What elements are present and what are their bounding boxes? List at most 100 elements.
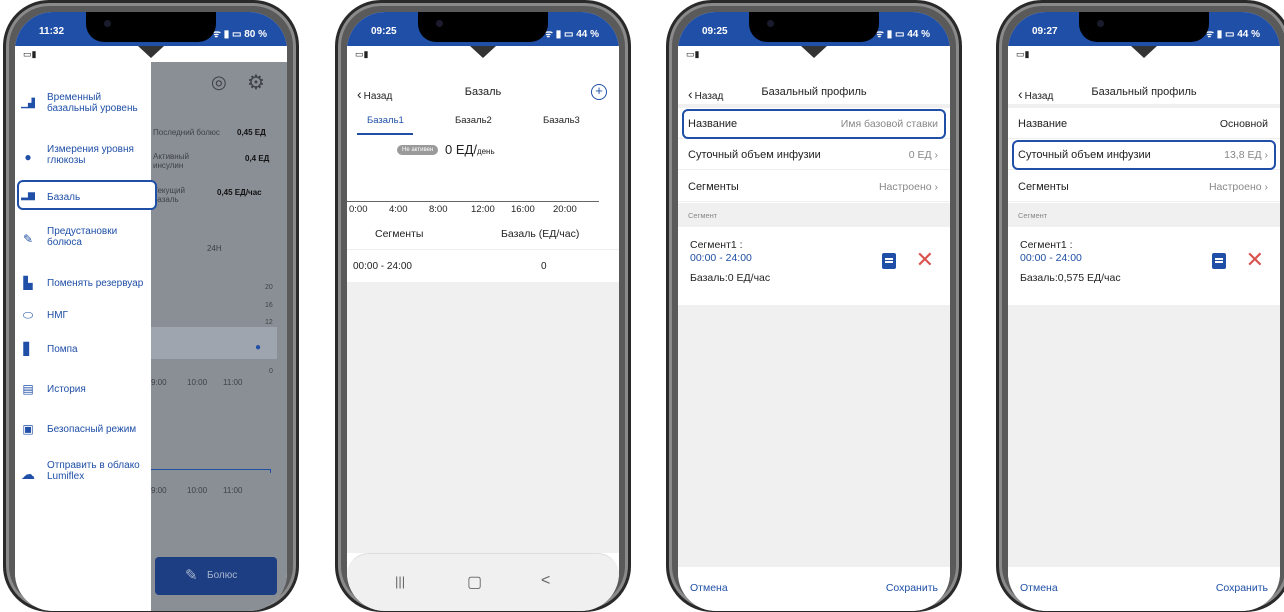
notch xyxy=(418,12,548,42)
menu-item-temp-basal[interactable]: ▁▟ Временный базальный уровень xyxy=(15,90,151,120)
segments-row[interactable]: Сегменты Настроено › xyxy=(678,172,950,202)
menu-item-pump[interactable]: ▋ Помпа xyxy=(15,342,151,362)
home-button[interactable]: ▢ xyxy=(467,572,482,592)
menu-item-cgm[interactable]: ⬭ НМГ xyxy=(15,308,151,328)
time-tick: 0:00 xyxy=(349,204,368,215)
inactive-badge: Не активен xyxy=(397,145,439,155)
menu-item-change-reservoir[interactable]: ▙ Поменять резервуар xyxy=(15,276,151,296)
bolus-button-label: Болюс xyxy=(207,570,238,581)
edit-icon[interactable] xyxy=(1212,253,1226,269)
tab-basal3[interactable]: Базаль3 xyxy=(543,115,580,126)
active-insulin-label: Активный инсулин xyxy=(153,152,189,170)
cancel-button[interactable]: Отмена xyxy=(690,582,728,594)
current-basal-value: 0,45 ЕД/час xyxy=(217,188,262,197)
tab-basal1[interactable]: Базаль1 xyxy=(367,115,404,126)
header: ‹ Назад Базальный профиль xyxy=(678,86,950,106)
settings-gear-icon: ⚙ xyxy=(247,72,265,94)
phone-4: 09:27 ᯤ ▮ ▭ 44 % ▭▮ ‹ Назад Базальный про… xyxy=(996,0,1284,612)
x-tick: 11:00 xyxy=(223,378,243,387)
daily-total-unit: день xyxy=(476,147,495,156)
time-tick: 8:00 xyxy=(429,204,448,215)
segments-row[interactable]: Сегменты Настроено › xyxy=(1008,172,1280,202)
y-tick: 20 xyxy=(265,284,273,291)
segment-basal: Базаль:0,575 ЕД/час xyxy=(1020,272,1121,284)
delete-icon[interactable]: ✕ xyxy=(1246,247,1264,273)
pump-status-bar: ▭▮ xyxy=(678,46,950,62)
basal-icon: ▂▆ xyxy=(21,190,35,200)
segment-time: 00:00 - 24:00 xyxy=(690,252,752,264)
save-button[interactable]: Сохранить xyxy=(886,582,938,594)
daily-volume-row[interactable]: Суточный объем инфузии 0 ЕД › xyxy=(678,140,950,170)
pump-status-bar: ▭▮ xyxy=(347,46,619,62)
delete-icon[interactable]: ✕ xyxy=(916,247,934,273)
pump-icon: ▋ xyxy=(23,342,33,356)
segment-card: Сегмент1 : 00:00 - 24:00 Базаль:0,575 ЕД… xyxy=(1008,227,1280,305)
pull-down-handle-icon[interactable] xyxy=(801,46,827,58)
status-time: 09:25 xyxy=(702,26,728,37)
status-time: 09:25 xyxy=(371,26,397,37)
syringe-icon: ✎ xyxy=(22,232,34,246)
back-nav-button[interactable]: < xyxy=(541,572,550,590)
recent-apps-button[interactable]: ||| xyxy=(395,574,405,589)
chevron-right-icon: › xyxy=(934,149,939,161)
status-time: 09:27 xyxy=(1032,26,1058,37)
chevron-right-icon: › xyxy=(934,181,939,193)
x-tick: 10:00 xyxy=(187,378,208,387)
menu-item-history[interactable]: ▤ История xyxy=(15,382,151,402)
pull-down-handle-icon[interactable] xyxy=(470,46,496,58)
time-tick: 16:00 xyxy=(511,204,535,215)
menu-item-basal[interactable]: ▂▆ Базаль xyxy=(15,188,151,208)
footer: Отмена Сохранить xyxy=(678,567,950,611)
pull-down-handle-icon[interactable] xyxy=(138,46,164,58)
x-tick: 9:00 xyxy=(151,486,167,495)
cgm-icon: ⬭ xyxy=(22,308,34,322)
menu-item-glucose[interactable]: ● Измерения уровня глюкозы xyxy=(15,144,151,174)
highlight-frame xyxy=(1012,140,1276,170)
menu-label: Базаль xyxy=(47,192,81,203)
basal-tabs: Базаль1 Базаль2 Базаль3 xyxy=(347,115,619,135)
add-profile-button[interactable]: + xyxy=(591,84,607,100)
menu-item-bolus-presets[interactable]: ✎ Предустановки болюса xyxy=(15,226,151,256)
reservoir-icon: ▙ xyxy=(23,276,33,290)
daily-volume-label: Суточный объем инфузии xyxy=(688,149,821,161)
menu-item-cloud-upload[interactable]: ☁ Отправить в облако Lumiflex xyxy=(15,460,151,490)
y-tick: 16 xyxy=(265,302,273,309)
camera-icon xyxy=(104,20,111,27)
side-menu: ▁▟ Временный базальный уровень ● Измерен… xyxy=(15,62,157,611)
segment-card: Сегмент1 : 00:00 - 24:00 Базаль:0 ЕД/час… xyxy=(678,227,950,305)
section-label: Сегмент xyxy=(688,211,718,220)
pump-battery-icon: ▭▮ xyxy=(355,49,369,59)
phone-2: 09:25 ᯤ ▮ ▭ 44 % ▭▮ ‹ Назад Базаль + База… xyxy=(335,0,631,612)
x-tick: 10:00 xyxy=(187,486,208,495)
bolus-button[interactable]: ✎ Болюс xyxy=(155,557,277,595)
pump-battery-icon: ▭▮ xyxy=(686,49,700,59)
table-header: Сегменты Базаль (ЕД/час) xyxy=(347,224,619,250)
segment-section-header: Сегмент xyxy=(1008,203,1280,227)
history-icon: ▤ xyxy=(22,382,34,396)
camera-icon xyxy=(436,20,443,27)
syringe-icon: ✎ xyxy=(185,567,198,584)
col-basal: Базаль (ЕД/час) xyxy=(501,228,580,240)
timeline-axis xyxy=(347,201,599,202)
segment-title: Сегмент1 : xyxy=(1020,239,1073,251)
page-title: Базальный профиль xyxy=(761,86,867,98)
segment-basal: Базаль:0 ЕД/час xyxy=(690,272,771,284)
name-row[interactable]: Название Основной xyxy=(1008,109,1280,139)
pump-battery-icon: ▭▮ xyxy=(1016,49,1030,59)
menu-label: Измерения уровня глюкозы xyxy=(47,144,134,166)
segments-status: Настроено xyxy=(878,181,932,193)
table-row[interactable]: 00:00 - 24:00 0 xyxy=(347,252,619,282)
cancel-button[interactable]: Отмена xyxy=(1020,582,1058,594)
pump-battery-icon: ▭▮ xyxy=(23,49,37,59)
home-background: ◎ ⚙ Последний болюс 0,45 ЕД Активный инс… xyxy=(151,62,287,611)
daily-volume-text: 0 ЕД xyxy=(908,149,932,161)
edit-icon[interactable] xyxy=(882,253,896,269)
pull-down-handle-icon[interactable] xyxy=(1131,46,1157,58)
glucose-drop-marker-icon: ● xyxy=(255,342,262,353)
tab-basal2[interactable]: Базаль2 xyxy=(455,115,492,126)
y-tick: 12 xyxy=(265,319,273,326)
save-button[interactable]: Сохранить xyxy=(1216,582,1268,594)
android-nav-bar: ||| ▢ < xyxy=(347,553,619,611)
menu-item-safe-mode[interactable]: ▣ Безопасный режим xyxy=(15,422,151,442)
notch xyxy=(86,12,216,42)
